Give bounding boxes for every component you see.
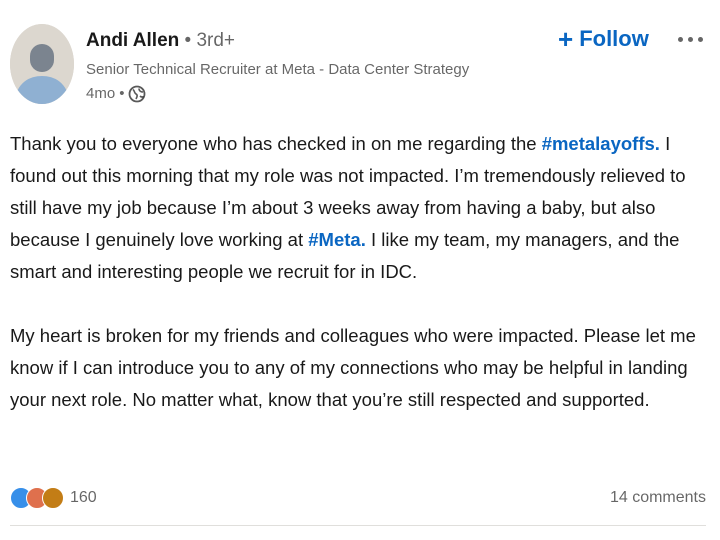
globe-icon [128,85,146,103]
comments-count[interactable]: 14 comments [610,489,706,507]
social-counts: 160 14 comments [10,486,706,510]
more-horizontal-icon[interactable] [670,24,710,54]
plus-icon: + [558,24,574,54]
more-dot [677,36,683,42]
reaction-count: 160 [70,489,97,506]
insightful-icon [42,487,64,509]
follow-button[interactable]: + Follow [558,24,649,54]
author-avatar[interactable] [10,24,74,104]
degree-separator: • [184,30,192,51]
more-dot [687,36,693,42]
hashtag-metalayoffs[interactable]: #metalayoffs. [542,133,660,154]
feed-post: Andi Allen • 3rd+ Senior Technical Recru… [0,0,720,540]
reaction-icons [10,487,64,509]
post-age: 4mo [86,85,116,102]
avatar-placeholder-icon [10,24,74,104]
time-separator: • [119,85,125,102]
author-headline: Senior Technical Recruiter at Meta - Dat… [86,61,470,78]
post-time: 4mo • [86,84,700,104]
connection-degree: 3rd+ [196,30,236,51]
reactions-summary[interactable]: 160 [10,487,97,509]
post-text: Thank you to everyone who has checked in… [10,133,542,154]
author-name[interactable]: Andi Allen [86,30,179,51]
hashtag-meta[interactable]: #Meta. [308,229,366,250]
post-paragraph-1: Thank you to everyone who has checked in… [10,128,710,288]
post-body: Thank you to everyone who has checked in… [10,128,710,416]
post-paragraph-2: My heart is broken for my friends and co… [10,325,696,410]
follow-label: Follow [579,26,649,51]
divider [10,525,706,526]
more-dot [697,36,703,42]
